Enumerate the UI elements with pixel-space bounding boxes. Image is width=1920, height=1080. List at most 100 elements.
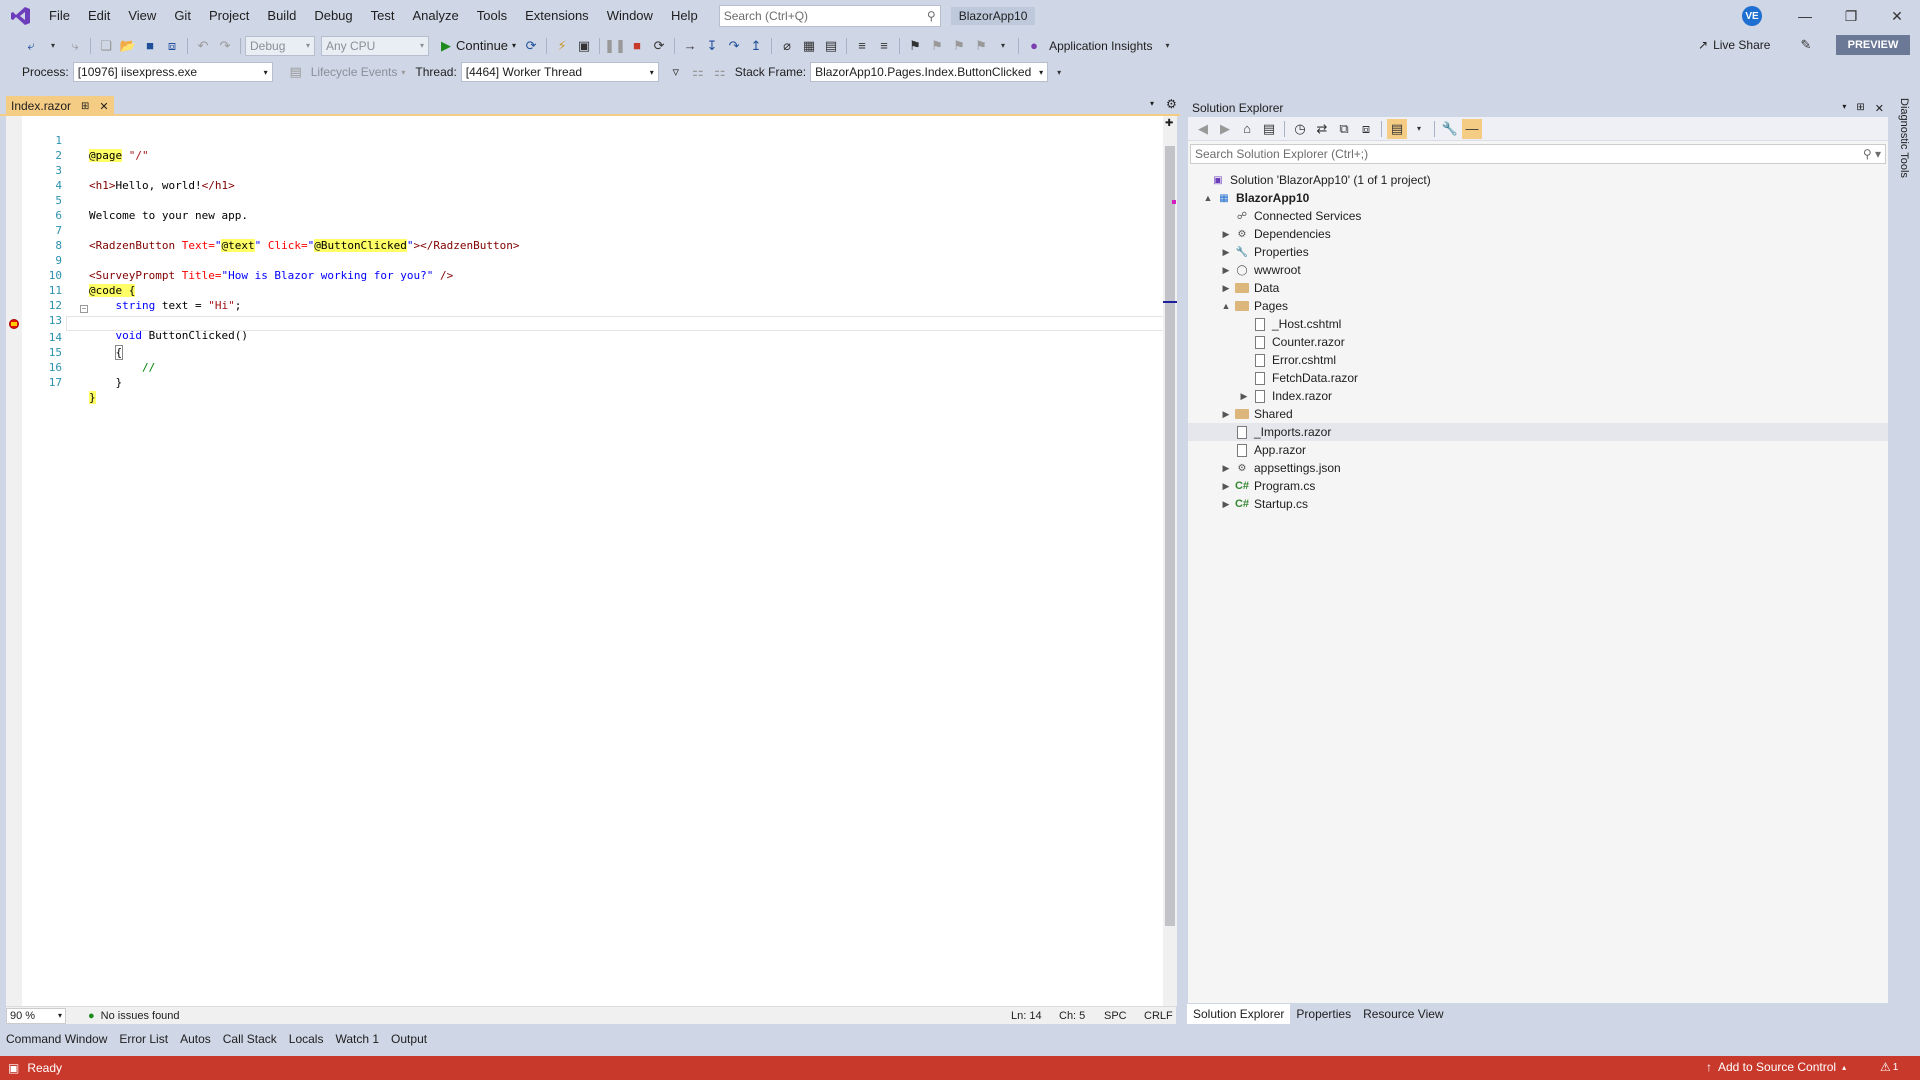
tab-index-razor[interactable]: Index.razor ⊞ ✕ [6,96,114,116]
restart-debug-icon[interactable]: ⟳ [649,36,669,56]
notifications-button[interactable]: ⚠ 1 [1880,1060,1898,1074]
new-project-icon[interactable]: ❏ [96,36,116,56]
wrench-icon[interactable]: 🔧 [1440,119,1460,139]
application-insights-button[interactable]: Application Insights [1045,39,1156,53]
chevron-down-icon[interactable]: ▾ [1842,102,1846,115]
menu-analyze[interactable]: Analyze [403,0,467,32]
navigate-forward-icon[interactable]: ⤷ [65,36,85,56]
chevron-down-icon[interactable]: ▾ [1409,119,1429,139]
sync-icon[interactable]: ⇄ [1312,119,1332,139]
tab-properties[interactable]: Properties [1290,1004,1357,1024]
collapse-all-icon[interactable]: ⧉ [1334,119,1354,139]
chevron-down-icon[interactable]: ▾ [1157,36,1177,56]
issues-indicator[interactable]: ● No issues found [88,1010,180,1022]
settings-gear-icon[interactable]: ⚙ [1166,97,1177,111]
save-all-icon[interactable]: ⧈ [162,36,182,56]
chevron-down-icon[interactable]: ▾ [993,36,1013,56]
visual-studio-logo-icon[interactable] [6,0,36,32]
whitespace-indicator[interactable]: SPC [1104,1007,1127,1025]
pin-icon[interactable]: ⊞ [1856,102,1864,115]
preview-button[interactable]: PREVIEW [1836,35,1910,55]
add-to-source-control-button[interactable]: ↑ Add to Source Control ▴ [1706,1060,1846,1074]
preview-selected-icon[interactable]: ▤ [1387,118,1407,139]
tree-item-solution[interactable]: ▣ Solution 'BlazorApp10' (1 of 1 project… [1188,171,1888,189]
tree-item-app-razor[interactable]: App.razor [1188,441,1888,459]
menu-view[interactable]: View [119,0,165,32]
pause-icon[interactable]: ❚❚ [604,36,626,56]
tree-item-appsettings-json[interactable]: ▶ ⚙ appsettings.json [1188,459,1888,477]
pin-icon[interactable]: ⊞ [81,101,89,112]
tab-command-window[interactable]: Command Window [0,1029,113,1049]
column-indicator[interactable]: Ch: 5 [1059,1007,1085,1025]
expander-icon[interactable]: ▶ [1220,283,1232,294]
live-share-button[interactable]: ↗ Live Share [1698,35,1770,55]
tree-item-data[interactable]: ▶ Data [1188,279,1888,297]
tab-watch-1[interactable]: Watch 1 [329,1029,385,1049]
tab-locals[interactable]: Locals [283,1029,330,1049]
menu-build[interactable]: Build [258,0,305,32]
menu-window[interactable]: Window [598,0,662,32]
tab-list-dropdown-icon[interactable]: ▾ [1150,99,1154,108]
solution-explorer-search-input[interactable]: Search Solution Explorer (Ctrl+;) ⚲ ▾ [1190,144,1886,164]
chevron-down-icon[interactable]: ▾ [1049,62,1069,82]
browser-link-icon[interactable]: ▣ [574,36,594,56]
outdent-icon[interactable]: ≡ [874,36,894,56]
open-file-icon[interactable]: 📂 [118,36,138,56]
tab-output[interactable]: Output [385,1029,433,1049]
expander-icon[interactable]: ▶ [1220,265,1232,276]
prev-bookmark-icon[interactable]: ⚑ [927,36,947,56]
menu-git[interactable]: Git [165,0,200,32]
expander-icon[interactable]: ▶ [1220,499,1232,510]
navigate-back-icon[interactable]: ⤶ [21,36,41,56]
expander-icon[interactable]: ▶ [1220,247,1232,258]
indent-icon[interactable]: ≡ [852,36,872,56]
flag-threads-icon[interactable]: ⚏ [688,62,708,82]
restore-button[interactable]: ❐ [1828,0,1874,32]
code-editor[interactable]: − 1 @page "/" 2 3 <h1>Hello, world!</h1>… [6,116,1169,1006]
tab-resource-view[interactable]: Resource View [1357,1004,1449,1024]
feedback-icon[interactable]: ✎ [1796,35,1816,55]
tree-item-project[interactable]: ▲ ▦ BlazorApp10 [1188,189,1888,207]
tree-item-properties[interactable]: ▶ 🔧 Properties [1188,243,1888,261]
global-search-input[interactable]: Search (Ctrl+Q) ⚲ [718,5,941,27]
zoom-select[interactable]: 90 % ▾ [6,1007,66,1024]
hex-display-icon[interactable]: ⌀ [777,36,797,56]
tab-autos[interactable]: Autos [174,1029,217,1049]
continue-button[interactable]: ▶ Continue ▾ [437,38,520,54]
show-all-files-icon[interactable]: ⧈ [1356,119,1376,139]
expander-icon[interactable]: ▶ [1220,229,1232,240]
restart-icon[interactable]: ⟳ [521,36,541,56]
stop-icon[interactable]: ■ [627,36,647,56]
home-icon[interactable]: ⌂ [1237,119,1257,139]
filter-icon[interactable]: ▿ [666,62,686,82]
redo-icon[interactable]: ↷ [215,36,235,56]
clear-bookmarks-icon[interactable]: ⚑ [971,36,991,56]
menu-tools[interactable]: Tools [468,0,516,32]
tree-item-fetchdata-razor[interactable]: FetchData.razor [1188,369,1888,387]
expander-icon[interactable]: ▲ [1220,301,1232,311]
bookmark-icon[interactable]: ⚑ [905,36,925,56]
step-out-icon[interactable]: ↥ [746,36,766,56]
minus-icon[interactable]: — [1462,118,1482,139]
forward-icon[interactable]: ▶ [1215,119,1235,139]
menu-project[interactable]: Project [200,0,258,32]
expander-icon[interactable]: ▶ [1220,409,1232,420]
scrollbar-thumb[interactable] [1165,146,1175,926]
line-ending-indicator[interactable]: CRLF [1144,1007,1173,1025]
menu-extensions[interactable]: Extensions [516,0,598,32]
close-window-button[interactable]: ✕ [1874,0,1920,32]
split-editor-icon[interactable]: ✚ [1165,118,1173,129]
diagnostic-tools-tab[interactable]: Diagnostic Tools [1892,98,1914,198]
tree-item-index-razor[interactable]: ▶ Index.razor [1188,387,1888,405]
save-icon[interactable]: ■ [140,36,160,56]
tree-item-counter-razor[interactable]: Counter.razor [1188,333,1888,351]
tree-item-dependencies[interactable]: ▶ ⚙ Dependencies [1188,225,1888,243]
pending-changes-filter-icon[interactable]: ◷ [1290,119,1310,139]
tab-call-stack[interactable]: Call Stack [217,1029,283,1049]
line-indicator[interactable]: Ln: 14 [1011,1007,1042,1025]
chevron-down-icon[interactable]: ▾ [43,36,63,56]
menu-debug[interactable]: Debug [305,0,361,32]
stack-frame-select[interactable]: BlazorApp10.Pages.Index.ButtonClicked ▾ [810,62,1049,82]
expander-icon[interactable]: ▶ [1220,481,1232,492]
expander-icon[interactable]: ▶ [1220,463,1232,474]
